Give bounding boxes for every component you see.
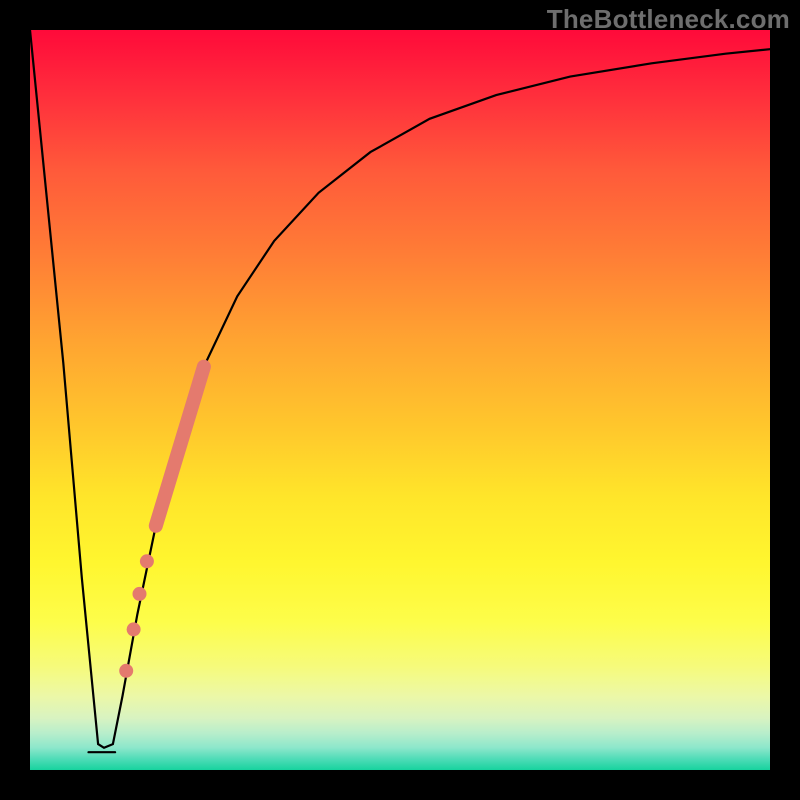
bottleneck-curve — [30, 30, 770, 752]
chart-stage: TheBottleneck.com — [0, 0, 800, 800]
marker-dot — [127, 622, 141, 636]
marker-thick-segment — [156, 367, 204, 526]
curve-markers — [119, 367, 204, 678]
marker-dot — [140, 554, 154, 568]
marker-dot — [119, 664, 133, 678]
curve-path — [30, 30, 770, 748]
watermark-text: TheBottleneck.com — [547, 4, 790, 35]
marker-dot — [133, 587, 147, 601]
curve-layer — [30, 30, 770, 770]
